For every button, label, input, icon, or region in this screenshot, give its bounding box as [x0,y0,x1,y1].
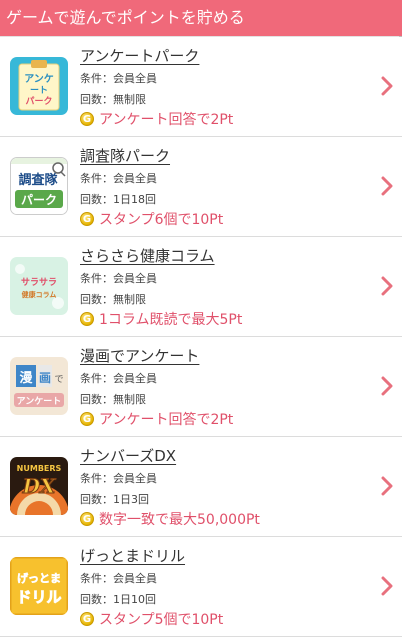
item-reward: G アンケート回答で2Pt [80,109,233,129]
icon-text: 健康コラム [22,290,57,299]
reward-text: アンケート回答で2Pt [99,112,234,128]
icon-text: 画 [39,371,51,385]
chevron-right-icon[interactable] [380,75,394,97]
chevron-right-icon[interactable] [380,475,394,497]
item-title[interactable]: 調査隊パーク [80,145,170,166]
item-condition: 条件：会員全員 [80,372,157,385]
item-title[interactable]: アンケートパーク [80,45,199,66]
research-park-app-icon: 調査隊 パーク [10,157,68,215]
reward-text: アンケート回答で2Pt [99,412,234,428]
item-count: 回数：1日10回 [80,593,156,606]
chevron-right-icon[interactable] [380,275,394,297]
icon-text: ート [30,85,48,96]
list-item-survey-park[interactable]: アンケ ート パーク アンケートパーク 条件：会員全員 回数：無制限 G アンケ… [0,37,402,137]
chevron-right-icon[interactable] [380,575,394,597]
icon-text: NUMBERS [17,464,62,473]
item-reward: G スタンプ5個で10Pt [80,609,223,629]
item-count: 回数：無制限 [80,393,146,406]
coin-icon: G [80,312,94,326]
numbers-dx-app-icon: NUMBERS DX [10,457,68,515]
icon-text: で [54,375,63,385]
health-column-app-icon: サラサラ 健康コラム [10,257,68,315]
icon-text: DX [22,474,57,498]
list-item-numbers-dx[interactable]: NUMBERS DX ナンバーズDX 条件：会員全員 回数：1日3回 G 数字一… [0,437,402,537]
icon-text: サラサラ [21,277,57,288]
icon-text: パーク [21,193,57,207]
item-count: 回数：1日3回 [80,493,149,506]
reward-text: スタンプ5個で10Pt [99,612,224,628]
list-item-research-park[interactable]: 調査隊 パーク 調査隊パーク 条件：会員全員 回数：1日18回 G スタンプ6個… [0,137,402,237]
item-reward: G スタンプ6個で10Pt [80,209,223,229]
item-reward: G アンケート回答で2Pt [80,409,233,429]
manga-survey-app-icon: 漫 画 で アンケート [10,357,68,415]
reward-text: スタンプ6個で10Pt [99,212,224,228]
section-header: ゲームで遊んでポイントを貯める [0,0,402,36]
item-title[interactable]: さらさら健康コラム [80,245,215,266]
item-condition: 条件：会員全員 [80,472,157,485]
item-condition: 条件：会員全員 [80,272,157,285]
chevron-right-icon[interactable] [380,175,394,197]
item-condition: 条件：会員全員 [80,72,157,85]
item-count: 回数：無制限 [80,293,146,306]
item-reward: G 数字一致で最大50,000Pt [80,509,260,529]
reward-text: 数字一致で最大50,000Pt [99,512,260,528]
icon-text: 漫 [19,370,32,386]
survey-park-app-icon: アンケ ート パーク [10,57,68,115]
item-count: 回数：1日18回 [80,193,156,206]
item-title[interactable]: げっとまドリル [80,545,185,566]
item-condition: 条件：会員全員 [80,172,157,185]
section-title: ゲームで遊んでポイントを貯める [6,8,245,27]
game-list: アンケ ート パーク アンケートパーク 条件：会員全員 回数：無制限 G アンケ… [0,36,402,637]
coin-icon: G [80,112,94,126]
chevron-right-icon[interactable] [380,375,394,397]
item-title[interactable]: 漫画でアンケート [80,345,199,366]
icon-text: アンケート [17,396,62,407]
item-reward: G 1コラム既読で最大5Pt [80,309,242,329]
coin-icon: G [80,212,94,226]
getoma-drill-app-icon: げっとま ドリル [10,557,68,615]
reward-text: 1コラム既読で最大5Pt [99,312,243,328]
icon-text: 調査隊 [18,172,58,188]
item-title[interactable]: ナンバーズDX [80,445,176,466]
icon-text: パーク [25,95,52,107]
icon-text: ドリル [16,588,61,606]
item-count: 回数：無制限 [80,93,146,106]
list-item-getoma-drill[interactable]: げっとま ドリル げっとまドリル 条件：会員全員 回数：1日10回 G スタンプ… [0,537,402,637]
icon-text: アンケ [24,73,54,85]
list-item-health-column[interactable]: サラサラ 健康コラム さらさら健康コラム 条件：会員全員 回数：無制限 G 1コ… [0,237,402,337]
coin-icon: G [80,612,94,626]
list-item-manga-survey[interactable]: 漫 画 で アンケート 漫画でアンケート 条件：会員全員 回数：無制限 G アン… [0,337,402,437]
coin-icon: G [80,412,94,426]
item-condition: 条件：会員全員 [80,572,157,585]
coin-icon: G [80,512,94,526]
icon-text: げっとま [17,571,61,585]
